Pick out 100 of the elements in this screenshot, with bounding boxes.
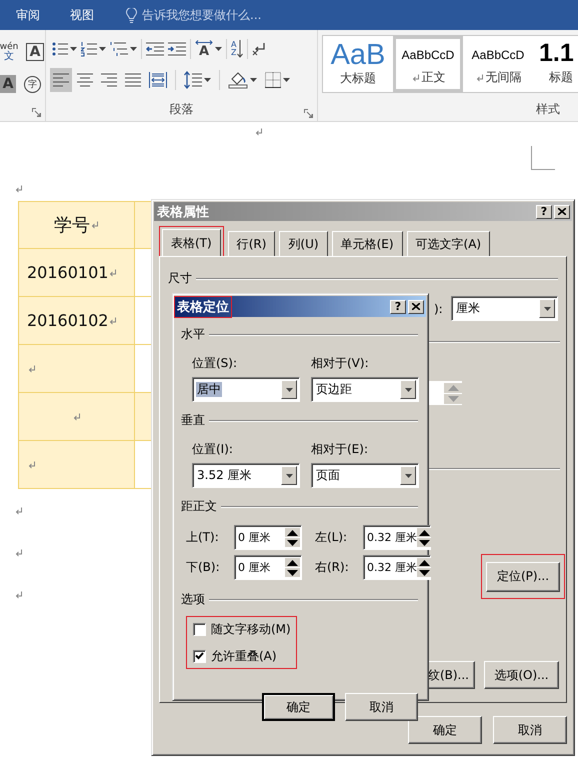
enclose-character-button[interactable]: 字 — [24, 76, 41, 92]
character-border-button[interactable]: A — [26, 43, 44, 61]
style-name: 大标题 — [340, 70, 376, 87]
dialog-button[interactable]: 确定 — [262, 693, 335, 721]
caret-icon — [286, 474, 292, 478]
spin-down-button[interactable] — [285, 538, 300, 547]
paragraph-mark-icon — [476, 74, 484, 82]
letter-glyph: Z — [231, 49, 236, 57]
paragraph-mark-icon — [255, 128, 263, 136]
dropdown-button[interactable] — [400, 466, 416, 485]
checkbox[interactable] — [193, 650, 206, 662]
checkbox-option[interactable]: 允许重叠(A) — [193, 648, 296, 664]
align-left-button[interactable] — [50, 68, 72, 92]
close-button[interactable] — [554, 204, 570, 218]
dialog-tab[interactable]: 行(R) — [228, 231, 276, 256]
cell-text: 20160102 — [27, 311, 108, 330]
down-arrow-icon — [287, 570, 298, 576]
spin-up-button[interactable] — [285, 558, 300, 567]
dropdown-field[interactable]: 3.52 厘米 — [192, 463, 300, 488]
style-preview: AaBbCcD — [472, 49, 524, 61]
spin-down-button[interactable] — [417, 538, 432, 547]
sort-button[interactable]: A Z — [229, 37, 246, 61]
dialog-tab[interactable]: 列(U) — [279, 231, 328, 256]
paint-bucket-icon — [228, 71, 248, 89]
dropdown-button[interactable] — [539, 299, 555, 318]
paragraph-mark-icon — [15, 507, 23, 515]
field-label: 左(L): — [315, 529, 348, 546]
increase-indent-icon — [168, 42, 186, 56]
checkbox[interactable] — [193, 622, 206, 636]
dialog-button[interactable]: 取消 — [493, 716, 567, 744]
down-arrow-icon — [419, 540, 430, 546]
spin-up-button[interactable] — [417, 528, 432, 537]
paragraph-mark-icon — [73, 412, 81, 420]
field-label: 右(R): — [315, 559, 349, 576]
dropdown-field[interactable]: 居中 — [192, 377, 300, 402]
dropdown-value: 厘米 — [455, 300, 481, 317]
dialog-button[interactable]: 取消 — [345, 693, 418, 721]
caret-icon — [215, 47, 222, 51]
ribbon-tab[interactable]: 审阅 — [10, 4, 46, 26]
caret-icon — [99, 47, 106, 51]
dialog-tab[interactable]: 可选文字(A) — [406, 231, 490, 256]
close-icon — [412, 303, 420, 310]
asian-layout-button[interactable]: A — [193, 37, 224, 61]
dropdown-button[interactable] — [281, 466, 297, 485]
help-button[interactable]: ? — [390, 300, 406, 314]
border-grid-icon — [265, 72, 281, 88]
dropdown-button[interactable] — [400, 380, 416, 399]
field-label: 相对于(E): — [311, 441, 369, 458]
spinner-field[interactable]: 0 厘米 — [234, 555, 302, 580]
dialog-title: 表格属性 — [157, 204, 209, 220]
caret-icon — [544, 306, 550, 310]
spinner-field[interactable]: 0.32 厘米 — [363, 525, 431, 550]
spinner-field[interactable]: 0.32 厘米 — [363, 555, 431, 580]
help-button[interactable]: ? — [536, 204, 552, 218]
checkbox-option[interactable]: 随文字移动(M) — [193, 620, 296, 638]
up-arrow-icon — [419, 530, 430, 536]
dropdown-value: 居中 — [196, 382, 222, 397]
style-name: 正文 — [422, 69, 446, 86]
caret-icon — [283, 78, 290, 82]
phonetic-guide-button[interactable]: wén 文 — [0, 42, 18, 62]
dropdown-field[interactable]: 厘米 — [451, 296, 558, 321]
dialog-tab[interactable]: 单元格(E) — [332, 231, 403, 256]
dialog-launcher-icon[interactable] — [304, 109, 313, 118]
spinner-value: 0 厘米 — [238, 560, 272, 575]
style-preview: AaBbCcD — [402, 49, 454, 61]
up-arrow-icon — [448, 384, 458, 390]
style-item[interactable]: AaBbCcD 正文 — [393, 36, 463, 92]
group-label: 段落 — [170, 101, 194, 118]
spinner-field[interactable]: 0 厘米 — [234, 525, 302, 550]
distribute-icon — [149, 72, 167, 88]
spin-up-button[interactable] — [285, 528, 300, 537]
close-icon — [558, 208, 566, 215]
spinner-value: 0.32 厘米 — [367, 530, 417, 545]
style-name: 标题 — [549, 69, 573, 86]
down-arrow-icon — [237, 40, 244, 58]
dropdown-field[interactable]: 页面 — [311, 463, 419, 488]
dialog-button[interactable]: 确定 — [408, 716, 482, 744]
group-label: 垂直 — [181, 412, 205, 429]
ribbon-tab[interactable]: 视图 — [64, 4, 100, 26]
dialog-tab[interactable]: 表格(T) — [162, 229, 221, 256]
dialog-launcher-icon[interactable] — [32, 108, 41, 117]
paragraph-mark-icon — [109, 316, 118, 324]
character-shading-button[interactable]: A — [0, 75, 16, 93]
dialog-button[interactable]: 定位(P)... — [486, 562, 560, 592]
style-name: 无间隔 — [486, 69, 522, 86]
multilevel-list-icon — [110, 41, 128, 57]
up-arrow-icon — [287, 560, 298, 566]
spin-up-button[interactable] — [417, 558, 432, 567]
dropdown-field[interactable]: 页边距 — [311, 377, 419, 402]
spin-down-button[interactable] — [285, 568, 300, 577]
paragraph-mark-icon — [412, 74, 420, 82]
dropdown-button[interactable] — [281, 380, 297, 399]
checkbox-label: 随文字移动(M) — [211, 620, 291, 638]
paragraph-mark-icon — [15, 549, 23, 557]
group-label: 尺寸 — [168, 270, 192, 287]
paragraph-mark-icon — [109, 268, 118, 276]
dialog-button[interactable]: 选项(O)... — [484, 661, 559, 689]
spin-down-button[interactable] — [417, 568, 432, 577]
close-button[interactable] — [408, 300, 424, 314]
caret-icon — [404, 474, 412, 478]
